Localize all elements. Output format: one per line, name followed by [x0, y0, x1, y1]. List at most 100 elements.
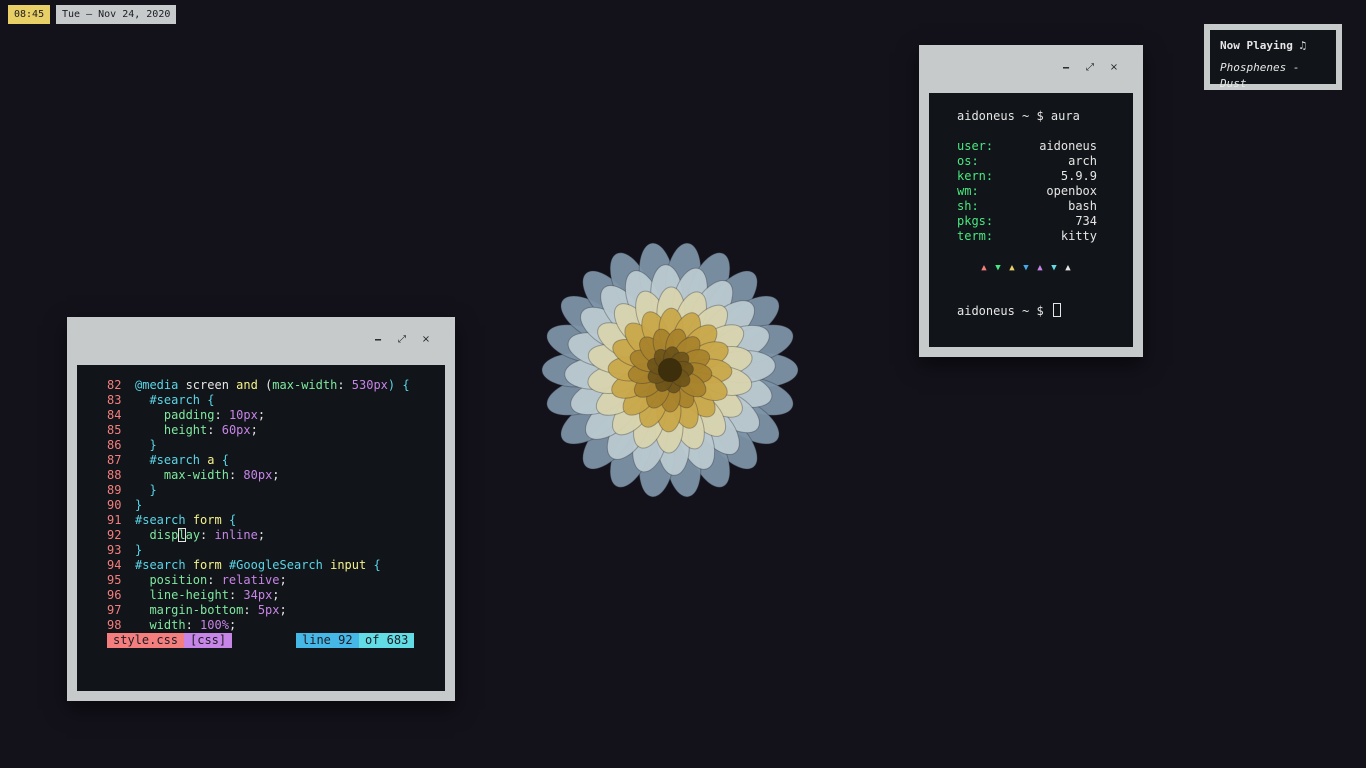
code-token: max-width	[163, 468, 229, 482]
terminal-prompt[interactable]: aidoneus ~ $	[957, 303, 1061, 318]
now-playing-track: Phosphenes - Dust	[1220, 61, 1300, 90]
code-token: 34px	[243, 588, 273, 602]
status-filetype: [css]	[184, 633, 233, 648]
code-token: #search	[135, 513, 186, 527]
palette-triangle-icon: ▲	[1009, 263, 1015, 273]
code-line[interactable]: 94 #search form #GoogleSearch input {	[107, 558, 410, 573]
sysinfo-value: kitty	[1060, 229, 1097, 243]
code-line[interactable]: 89 }	[107, 483, 410, 498]
palette-triangle-icon: ▼	[1023, 263, 1029, 273]
code-token: {	[221, 513, 237, 527]
line-number: 90	[107, 498, 129, 512]
code-line[interactable]: 96 line-height: 34px;	[107, 588, 410, 603]
code-token: :	[243, 603, 258, 617]
code-token: {	[214, 453, 229, 467]
code-line[interactable]: 87 #search a {	[107, 453, 410, 468]
date-widget: Tue — Nov 24, 2020	[56, 5, 177, 24]
sysinfo-value: 5.9.9	[1060, 169, 1097, 183]
code-token: ;	[279, 573, 287, 587]
line-number: 85	[107, 423, 129, 437]
sysinfo-row: os: arch	[957, 154, 1097, 169]
palette-triangle-icon: ▼	[995, 263, 1001, 273]
editor-titlebar[interactable]: 🗕 ⤢ ×	[67, 317, 455, 365]
code-token: #GoogleSearch	[228, 558, 323, 572]
code-token: form	[192, 558, 222, 572]
code-line[interactable]: 83 #search {	[107, 393, 410, 408]
line-number: 93	[107, 543, 129, 557]
code-line[interactable]: 97 margin-bottom: 5px;	[107, 603, 410, 618]
code-token: 100%	[200, 618, 229, 632]
code-token: @media	[135, 378, 179, 392]
text-cursor: l	[178, 528, 186, 542]
code-token: ;	[272, 468, 280, 482]
code-token: :	[228, 468, 244, 482]
code-line[interactable]: 84 padding: 10px;	[107, 408, 410, 423]
code-line[interactable]: 91 #search form {	[107, 513, 410, 528]
code-token: 10px	[228, 408, 258, 422]
minimize-icon[interactable]: 🗕	[371, 333, 385, 347]
code-line[interactable]: 90 }	[107, 498, 410, 513]
dahlia-wallpaper-image	[541, 242, 799, 498]
code-token: ;	[250, 423, 258, 437]
code-line[interactable]: 98 width: 100%;	[107, 618, 410, 633]
close-icon[interactable]: ×	[419, 333, 433, 347]
terminal-window[interactable]: 🗕 ⤢ × aidoneus ~ $ aura user: aidoneus os:…	[919, 45, 1143, 357]
line-number: 96	[107, 588, 129, 602]
color-palette-row: ▲ ▼ ▲ ▼ ▲ ▼ ▲	[977, 261, 1075, 275]
code-line[interactable]: 82 @media screen and (max-width: 530px) …	[107, 378, 410, 393]
code-token: }	[135, 438, 157, 452]
editor-content[interactable]: 82 @media screen and (max-width: 530px) …	[77, 365, 445, 691]
code-token: inline	[214, 528, 258, 542]
terminal-titlebar[interactable]: 🗕 ⤢ ×	[919, 45, 1143, 93]
code-token: }	[135, 498, 143, 512]
sysinfo-row: term: kitty	[957, 229, 1097, 244]
editor-window[interactable]: 🗕 ⤢ × 82 @media screen and (max-width: 5…	[67, 317, 455, 701]
sysinfo-row: kern: 5.9.9	[957, 169, 1097, 184]
code-line[interactable]: 86 }	[107, 438, 410, 453]
code-token: }	[135, 543, 143, 557]
code-token: width	[149, 618, 186, 632]
code-line[interactable]: 92 display: inline;	[107, 528, 410, 543]
minimize-icon[interactable]: 🗕	[1059, 61, 1073, 75]
maximize-icon[interactable]: ⤢	[395, 333, 409, 347]
code-token: :	[228, 588, 244, 602]
line-number: 94	[107, 558, 129, 572]
code-token: #search	[149, 393, 201, 407]
now-playing-widget: Now Playing ♫ Phosphenes - Dust	[1204, 24, 1342, 90]
line-number: 89	[107, 483, 129, 497]
terminal-content[interactable]: aidoneus ~ $ aura user: aidoneus os: arch ke…	[929, 93, 1133, 347]
status-filename: style.css	[107, 633, 185, 648]
code-token: 60px	[221, 423, 251, 437]
code-token: :	[207, 573, 222, 587]
palette-triangle-icon: ▼	[1051, 263, 1057, 273]
code-line[interactable]: 88 max-width: 80px;	[107, 468, 410, 483]
code-token: :	[214, 408, 229, 422]
code-token: input	[330, 558, 367, 572]
code-token: ) {	[387, 378, 410, 392]
code-area[interactable]: 82 @media screen and (max-width: 530px) …	[107, 378, 410, 633]
palette-triangle-icon: ▲	[1037, 263, 1043, 273]
line-number: 86	[107, 438, 129, 452]
code-line[interactable]: 85 height: 60px;	[107, 423, 410, 438]
code-token: #search	[135, 558, 186, 572]
maximize-icon[interactable]: ⤢	[1083, 61, 1097, 75]
code-line[interactable]: 93 }	[107, 543, 410, 558]
code-token: {	[366, 558, 381, 572]
code-token: }	[135, 483, 157, 497]
close-icon[interactable]: ×	[1107, 61, 1121, 75]
code-line[interactable]: 95 position: relative;	[107, 573, 410, 588]
line-number: 83	[107, 393, 129, 407]
now-playing-title: Now Playing ♫	[1220, 39, 1307, 52]
clock-widget: 08:45	[8, 5, 51, 24]
code-token: line-height	[149, 588, 229, 602]
code-token: ay	[185, 528, 201, 542]
code-token: ;	[279, 603, 287, 617]
sysinfo-value: 734	[1075, 214, 1097, 228]
code-token: :	[337, 378, 352, 392]
